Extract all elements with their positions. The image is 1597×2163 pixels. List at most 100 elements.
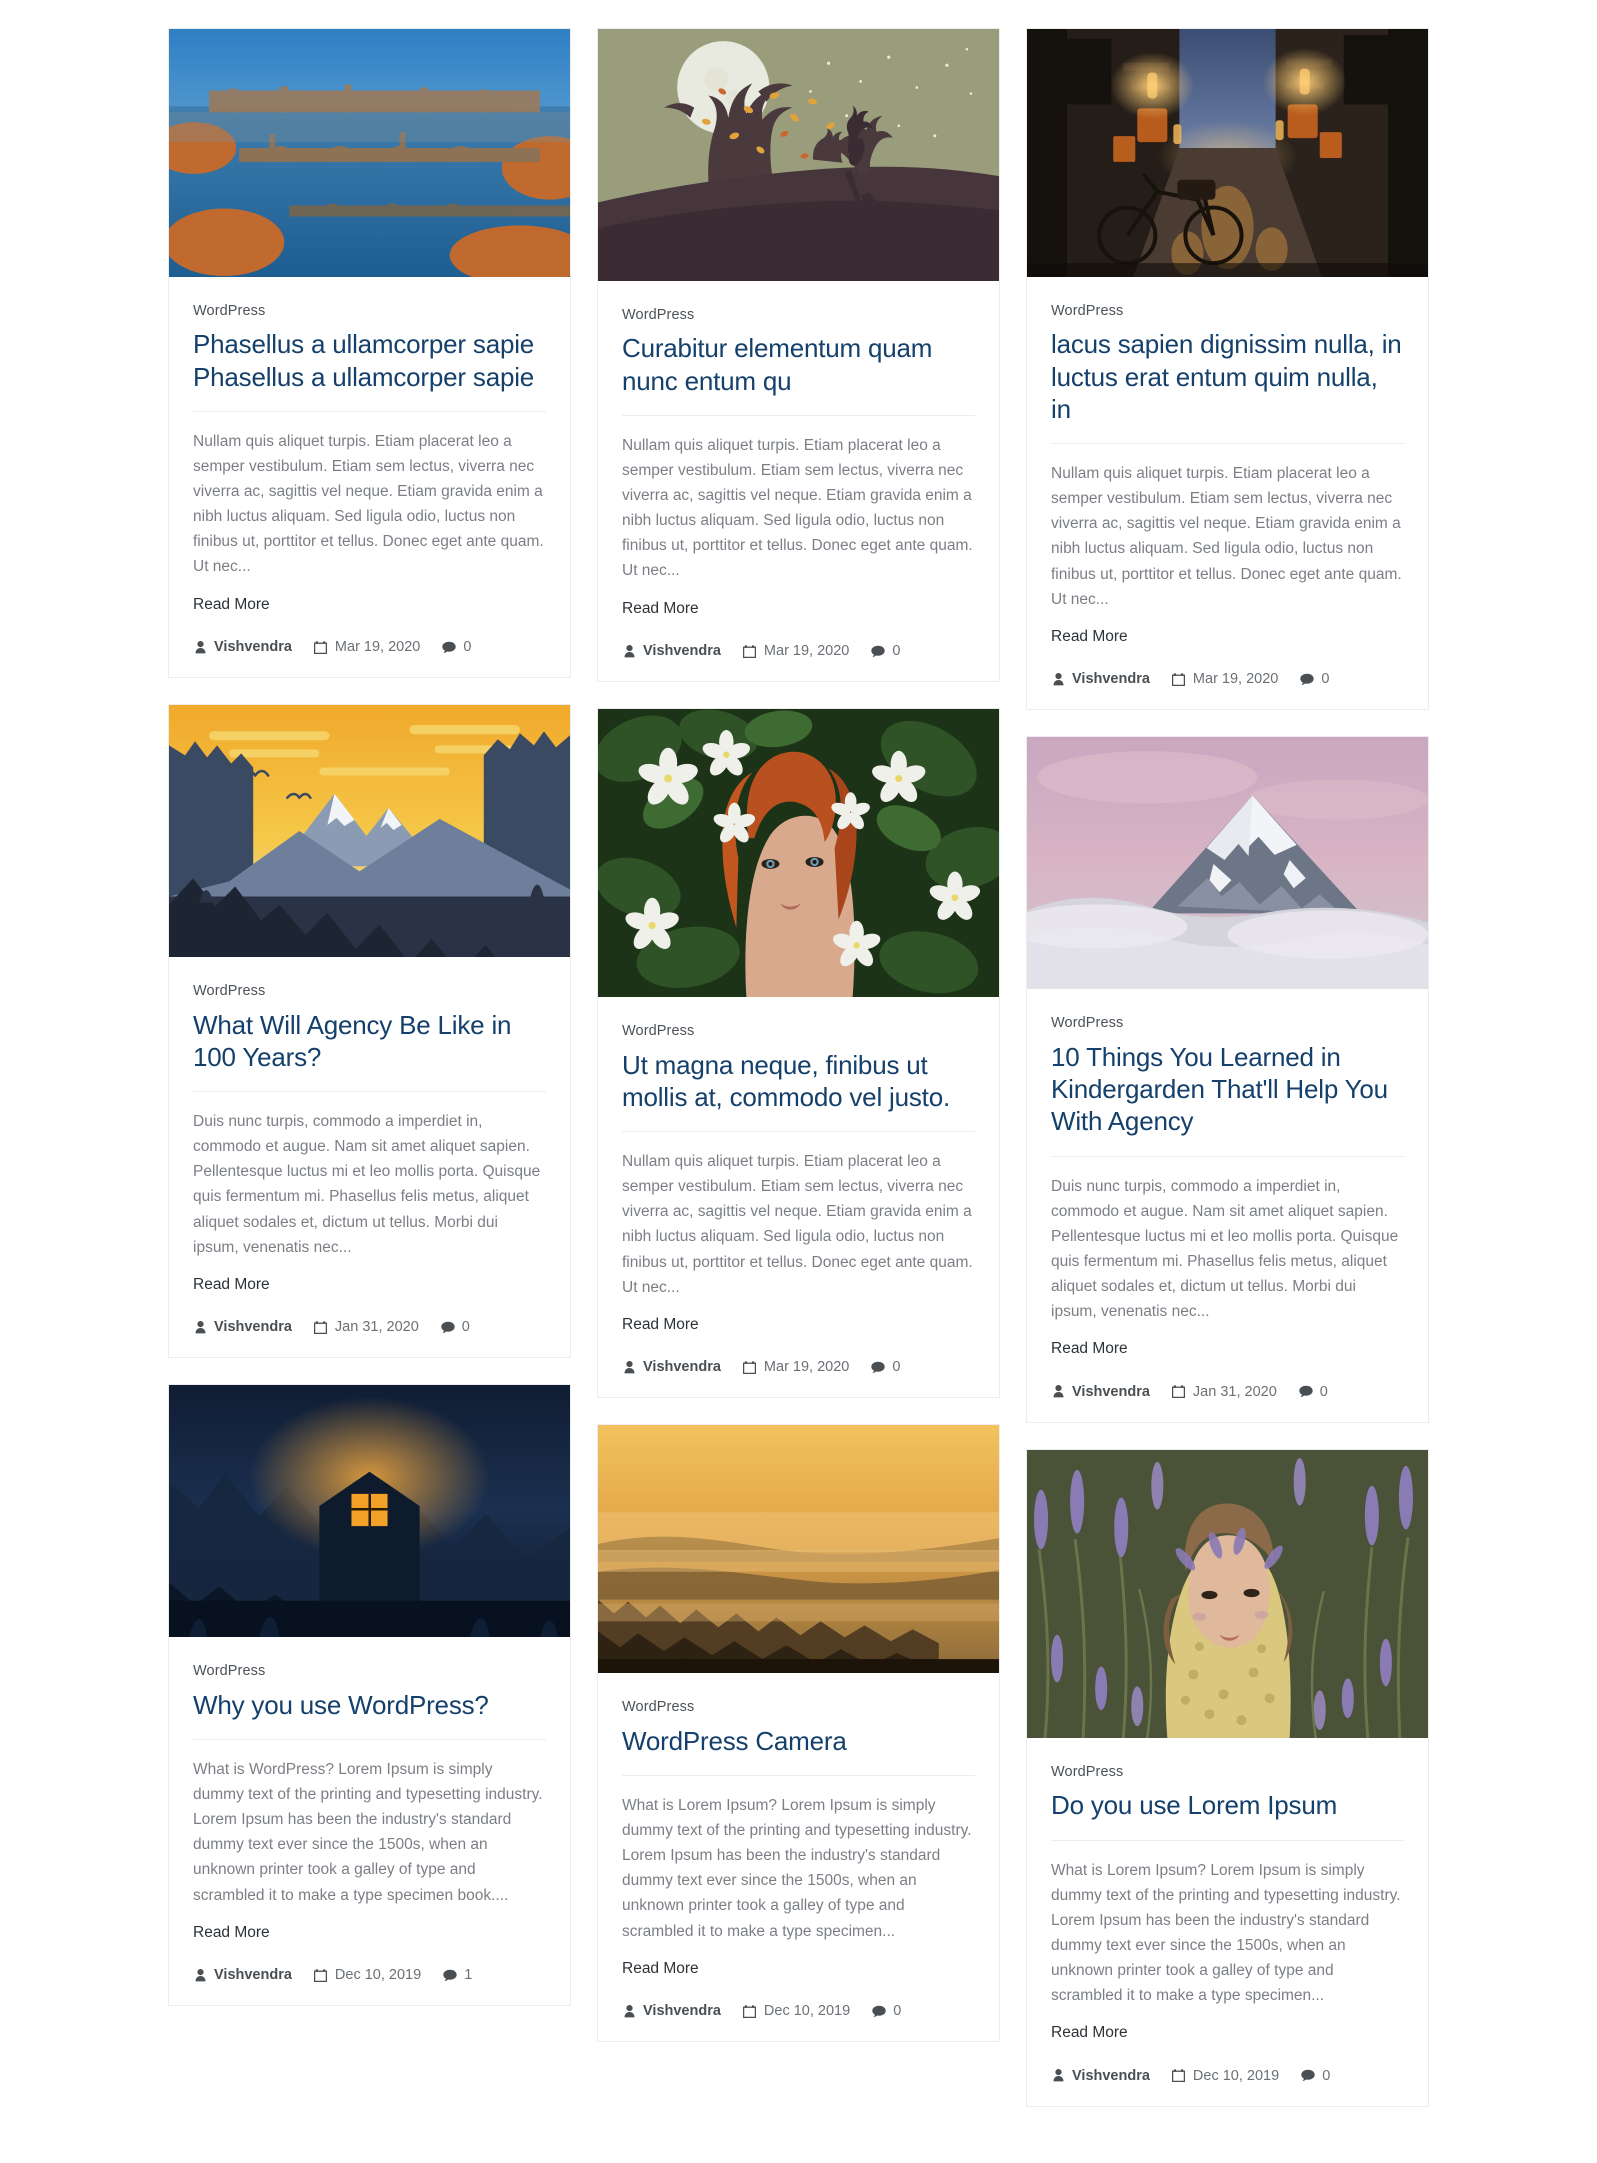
post-thumbnail-japanese-alley-night-bicycle[interactable] — [1027, 29, 1428, 277]
post-comments[interactable]: 0 — [872, 2003, 901, 2019]
post-title[interactable]: Why you use WordPress? — [193, 1689, 546, 1741]
post-category[interactable]: WordPress — [193, 1663, 546, 1680]
post-card[interactable]: WordPress 10 Things You Learned in Kinde… — [1026, 736, 1429, 1423]
post-thumbnail-autumn-tree-moon-girl-silhouette[interactable] — [598, 29, 999, 281]
post-meta: Vishvendra Jan 31, 2020 0 — [193, 1319, 546, 1335]
post-thumbnail-snowy-mountain-peak-pink-sky[interactable] — [1027, 737, 1428, 990]
post-author-name: Vishvendra — [1072, 1383, 1150, 1400]
comment-icon — [1299, 1384, 1313, 1399]
post-content: WordPress Why you use WordPress? What is… — [169, 1637, 570, 2005]
post-date-value: Mar 19, 2020 — [763, 643, 850, 660]
post-date: Jan 31, 2020 — [1172, 1384, 1277, 1400]
post-category[interactable]: WordPress — [622, 1023, 975, 1040]
post-author[interactable]: Vishvendra — [1051, 1384, 1150, 1400]
post-title[interactable]: Ut magna neque, finibus ut mollis at, co… — [622, 1049, 975, 1133]
post-excerpt: Nullam quis aliquet turpis. Etiam placer… — [193, 432, 544, 576]
calendar-icon — [1172, 2068, 1186, 2083]
post-card[interactable]: WordPress Phasellus a ullamcorper sapie … — [168, 28, 571, 679]
post-card[interactable]: WordPress Why you use WordPress? What is… — [168, 1384, 571, 2007]
post-thumbnail-prague-bridges-autumn-cityscape[interactable] — [169, 29, 570, 277]
user-icon — [193, 640, 207, 655]
post-category[interactable]: WordPress — [1051, 1764, 1404, 1781]
post-thumbnail-night-forest-cabin-lit-window[interactable] — [169, 1385, 570, 1638]
read-more-link[interactable]: Read More — [1051, 2022, 1128, 2044]
read-more-link[interactable]: Read More — [1051, 1338, 1128, 1360]
post-title[interactable]: Phasellus a ullamcorper sapie Phasellus … — [193, 328, 546, 412]
comment-icon — [871, 1360, 886, 1375]
post-comments[interactable]: 0 — [1300, 671, 1329, 687]
post-title[interactable]: WordPress Camera — [622, 1725, 975, 1777]
post-author[interactable]: Vishvendra — [1051, 671, 1150, 687]
post-content: WordPress Curabitur elementum quam nunc … — [598, 281, 999, 681]
post-category[interactable]: WordPress — [622, 1699, 975, 1716]
post-category[interactable]: WordPress — [622, 307, 975, 324]
comment-icon — [1301, 2068, 1315, 2083]
calendar-icon — [314, 1320, 328, 1335]
post-comments[interactable]: 0 — [441, 1319, 470, 1335]
post-excerpt: Duis nunc turpis, commodo a imperdiet in… — [1051, 1177, 1399, 1321]
post-category[interactable]: WordPress — [1051, 1015, 1404, 1032]
post-author[interactable]: Vishvendra — [622, 2003, 721, 2019]
thumbnail-image — [169, 705, 570, 958]
read-more-link[interactable]: Read More — [622, 1958, 699, 1980]
post-title[interactable]: 10 Things You Learned in Kindergarden Th… — [1051, 1041, 1404, 1157]
post-thumbnail-golden-misty-valley-sunrise[interactable] — [598, 1425, 999, 1674]
post-card[interactable]: WordPress WordPress Camera What is Lorem… — [597, 1424, 1000, 2043]
post-card[interactable]: WordPress Curabitur elementum quam nunc … — [597, 28, 1000, 683]
post-card[interactable]: WordPress What Will Agency Be Like in 10… — [168, 704, 571, 1359]
read-more-link[interactable]: Read More — [193, 1922, 270, 1944]
post-comments[interactable]: 0 — [1299, 1384, 1328, 1400]
post-content: WordPress What Will Agency Be Like in 10… — [169, 957, 570, 1357]
post-comments-count: 0 — [461, 1319, 470, 1336]
post-date: Mar 19, 2020 — [1172, 671, 1278, 687]
read-more-link[interactable]: Read More — [1051, 626, 1128, 648]
thumbnail-image — [1027, 29, 1428, 277]
read-more-link[interactable]: Read More — [193, 1274, 270, 1296]
calendar-icon — [1172, 672, 1186, 687]
post-title[interactable]: What Will Agency Be Like in 100 Years? — [193, 1009, 546, 1093]
post-card[interactable]: WordPress lacus sapien dignissim nulla, … — [1026, 28, 1429, 711]
post-comments[interactable]: 0 — [1301, 2068, 1330, 2084]
user-icon — [1051, 672, 1065, 687]
post-comments[interactable]: 0 — [871, 1359, 900, 1375]
post-title[interactable]: Do you use Lorem Ipsum — [1051, 1789, 1404, 1841]
post-content: WordPress Ut magna neque, finibus ut mol… — [598, 997, 999, 1397]
post-author[interactable]: Vishvendra — [622, 1359, 721, 1375]
post-author[interactable]: Vishvendra — [193, 1319, 292, 1335]
read-more-link[interactable]: Read More — [622, 1314, 699, 1336]
thumbnail-image — [1027, 737, 1428, 990]
post-thumbnail-redhead-woman-in-white-blossoms[interactable] — [598, 709, 999, 998]
post-title[interactable]: Curabitur elementum quam nunc entum qu — [622, 332, 975, 416]
post-author[interactable]: Vishvendra — [1051, 2068, 1150, 2084]
post-category[interactable]: WordPress — [193, 303, 546, 320]
post-card[interactable]: WordPress Do you use Lorem Ipsum What is… — [1026, 1448, 1429, 2107]
post-comments-count: 0 — [892, 1359, 901, 1376]
post-excerpt: What is Lorem Ipsum? Lorem Ipsum is simp… — [1051, 1861, 1401, 2005]
comment-icon — [443, 1968, 457, 1983]
post-author-name: Vishvendra — [214, 1319, 292, 1336]
post-comments[interactable]: 0 — [442, 639, 471, 655]
post-author[interactable]: Vishvendra — [193, 1967, 292, 1983]
post-card[interactable]: WordPress Ut magna neque, finibus ut mol… — [597, 708, 1000, 1399]
read-more-link[interactable]: Read More — [622, 598, 699, 620]
comment-icon — [1300, 672, 1315, 687]
post-meta: Vishvendra Mar 19, 2020 0 — [193, 639, 546, 655]
post-thumbnail-mountain-sunset-flat-illustration[interactable] — [169, 705, 570, 958]
post-author[interactable]: Vishvendra — [193, 639, 292, 655]
calendar-icon — [314, 1968, 328, 1983]
post-thumbnail-woman-lying-in-lavender-field[interactable] — [1027, 1449, 1428, 1738]
user-icon — [622, 2004, 636, 2019]
post-author-name: Vishvendra — [214, 639, 292, 656]
calendar-icon — [743, 644, 757, 659]
user-icon — [622, 1360, 636, 1375]
read-more-link[interactable]: Read More — [193, 594, 270, 616]
post-category[interactable]: WordPress — [1051, 303, 1404, 320]
calendar-icon — [743, 1360, 757, 1375]
post-author[interactable]: Vishvendra — [622, 643, 721, 659]
post-title[interactable]: lacus sapien dignissim nulla, in luctus … — [1051, 328, 1404, 445]
post-date-value: Mar 19, 2020 — [1192, 671, 1279, 688]
post-comments[interactable]: 1 — [443, 1967, 472, 1983]
post-date-value: Dec 10, 2019 — [1192, 2067, 1280, 2084]
post-comments[interactable]: 0 — [871, 643, 900, 659]
post-category[interactable]: WordPress — [193, 983, 546, 1000]
